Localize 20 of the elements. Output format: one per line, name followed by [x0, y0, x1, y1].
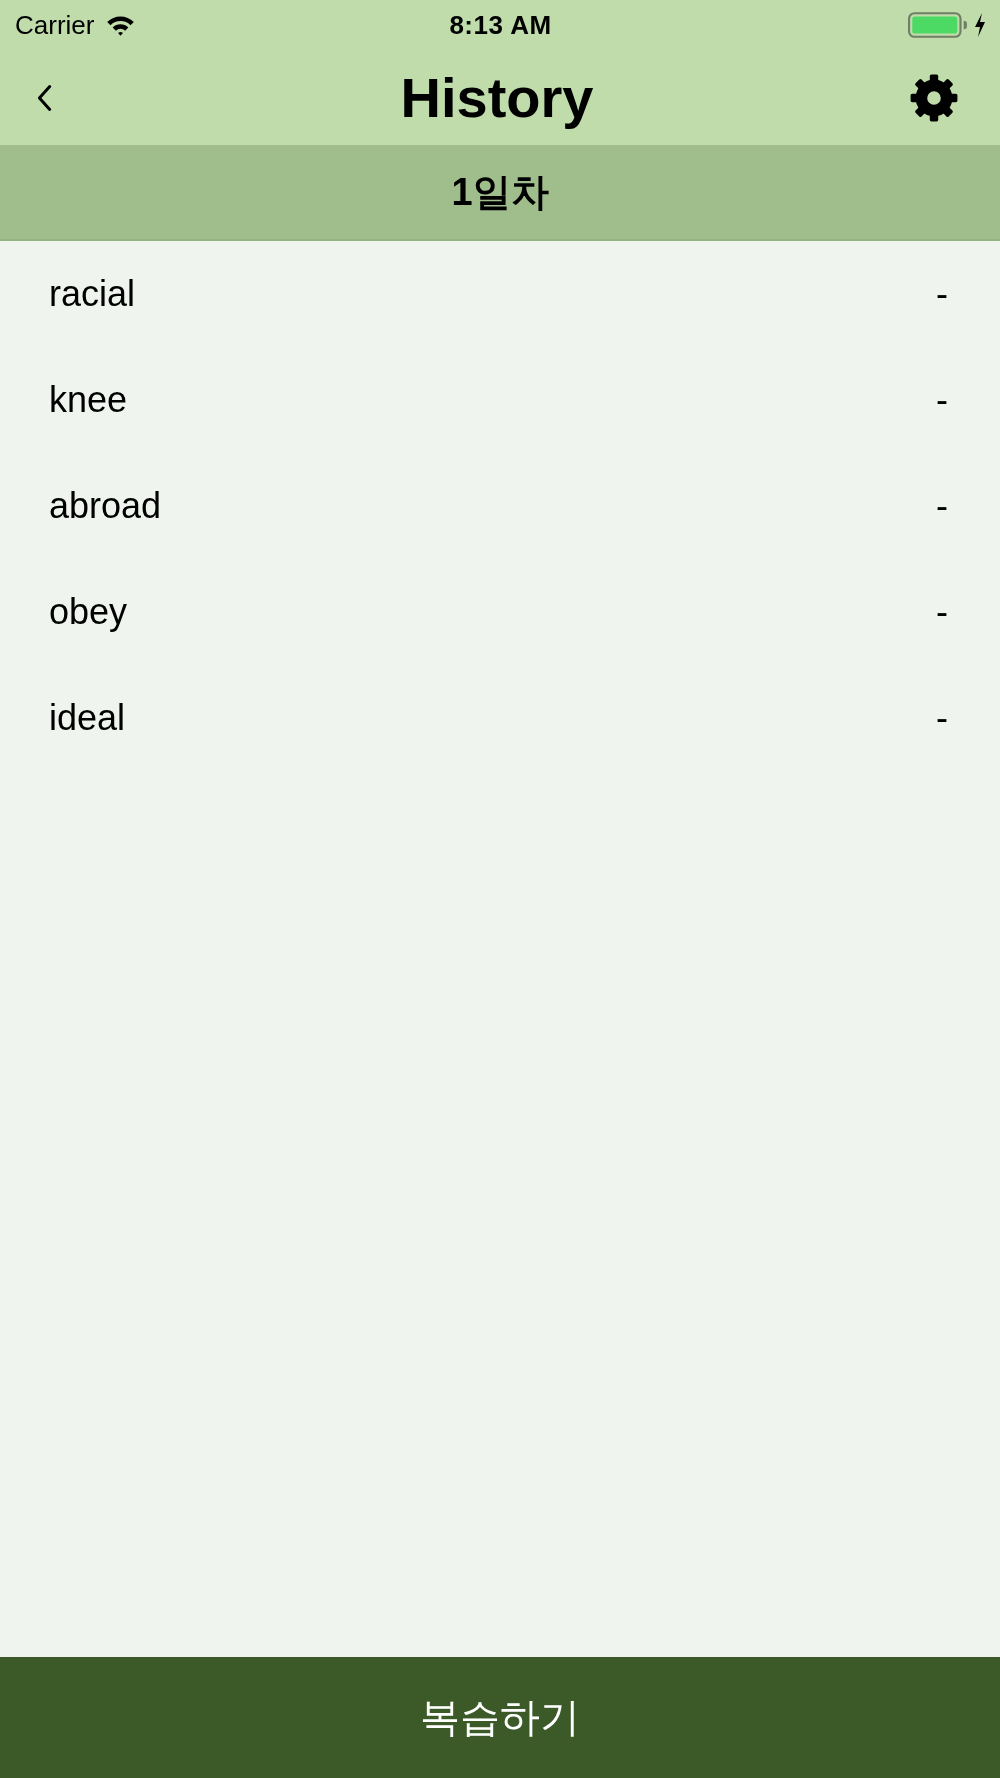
word-label: racial — [49, 273, 136, 315]
result-text: - — [936, 697, 948, 739]
charging-bolt-icon — [974, 13, 986, 37]
section-title: 1일차 — [451, 169, 549, 215]
result-text: - — [936, 273, 948, 315]
battery-icon — [908, 12, 968, 38]
word-label: obey — [49, 591, 128, 633]
status-time: 8:13 AM — [449, 9, 552, 41]
wifi-icon — [106, 14, 136, 36]
settings-icon — [910, 73, 958, 122]
word-label: ideal — [49, 697, 126, 739]
word-label: knee — [49, 379, 128, 421]
review-button[interactable]: 복습하기 — [0, 1657, 1000, 1778]
result-text: - — [936, 379, 948, 421]
result-text: - — [936, 591, 948, 633]
back-chevron-icon — [36, 83, 52, 112]
word-label: abroad — [49, 485, 162, 527]
result-text: - — [936, 485, 948, 527]
screen-title: History — [400, 65, 594, 130]
carrier-name: Carrier — [15, 9, 95, 41]
